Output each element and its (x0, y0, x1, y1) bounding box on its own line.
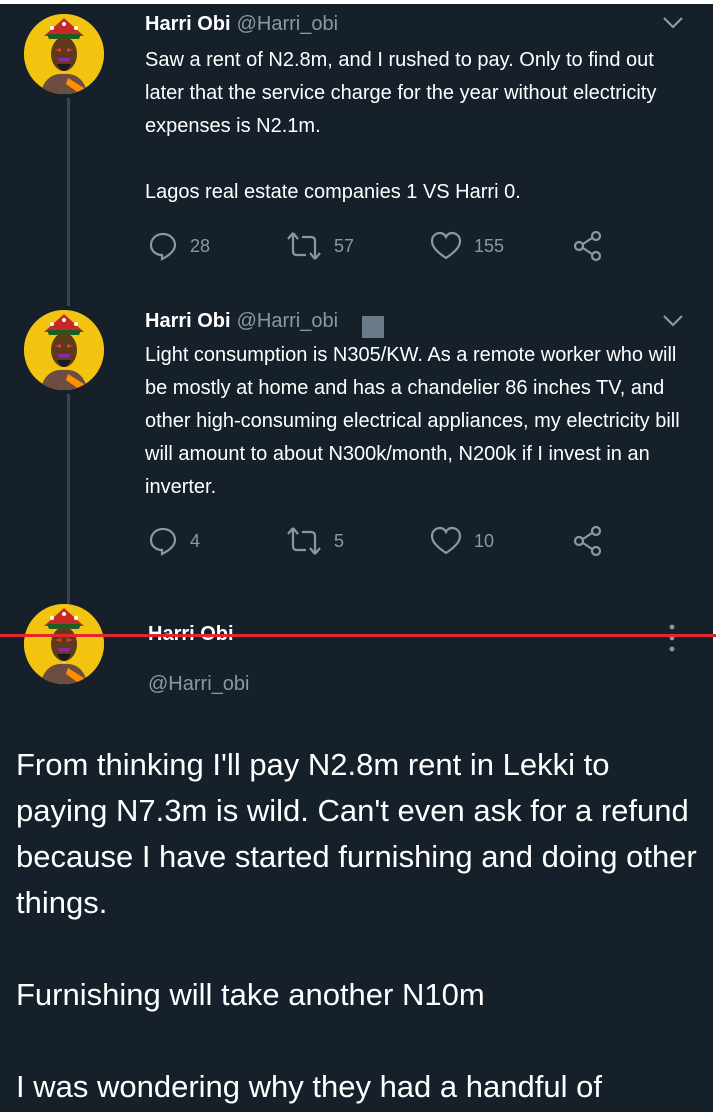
tweet-text-content: Saw a rent of N2.8m, and I rushed to pay… (145, 49, 657, 203)
retweet-button[interactable]: 5 (286, 524, 344, 558)
chevron-down-icon[interactable] (662, 16, 684, 30)
tweet-header: Harri Obi @Harri_obi (145, 309, 338, 333)
author-handle[interactable]: @Harri_obi (237, 310, 338, 332)
share-button[interactable] (572, 524, 604, 558)
retweet-count: 5 (334, 530, 345, 551)
share-button[interactable] (572, 229, 604, 263)
main-tweet-text: From thinking I'll pay N2.8m rent in Lek… (16, 742, 706, 1112)
author-handle[interactable]: @Harri_obi (237, 13, 338, 35)
reply-icon (149, 232, 177, 261)
share-icon (573, 525, 602, 557)
tweet-text: Light consumption is N305/KW. As a remot… (145, 339, 697, 504)
reply-count: 4 (190, 530, 201, 551)
author-name[interactable]: Harri Obi (145, 13, 231, 35)
main-tweet-paragraph: From thinking I'll pay N2.8m rent in Lek… (16, 747, 697, 920)
thread-line (67, 394, 70, 606)
main-tweet-paragraph: Furnishing will take another N10m (16, 977, 485, 1012)
retweet-count: 57 (334, 235, 355, 256)
main-tweet-paragraph: I was wondering why they had a handful o… (16, 1069, 602, 1104)
tweet-text: Saw a rent of N2.8m, and I rushed to pay… (145, 44, 697, 209)
avatar-art-icon (24, 310, 104, 390)
avatar[interactable] (24, 14, 104, 94)
reply-icon (149, 527, 177, 556)
author-name[interactable]: Harri Obi (145, 310, 231, 332)
avatar-art-icon (24, 14, 104, 94)
tweet-actions: 28 57 155 (148, 229, 618, 263)
more-options-icon[interactable] (668, 624, 676, 652)
avatar[interactable] (24, 310, 104, 390)
tweet-header: Harri Obi @Harri_obi (145, 12, 338, 36)
top-edge (0, 0, 716, 4)
like-icon (430, 526, 462, 555)
like-button[interactable]: 10 (430, 524, 494, 558)
image-artifact (362, 316, 384, 338)
like-button[interactable]: 155 (430, 229, 504, 263)
reply-button[interactable]: 4 (148, 524, 200, 558)
reply-button[interactable]: 28 (148, 229, 210, 263)
share-icon (573, 230, 602, 262)
like-icon (430, 231, 462, 260)
avatar-art-icon (24, 604, 104, 684)
avatar[interactable] (24, 604, 104, 684)
retweet-icon (287, 527, 321, 555)
reply-count: 28 (190, 235, 211, 256)
retweet-icon (287, 232, 321, 260)
author-handle[interactable]: @Harri_obi (148, 672, 249, 696)
like-count: 155 (474, 235, 505, 256)
screenshot: Harri Obi @Harri_obi Saw a rent of N2.8m,… (0, 0, 716, 1112)
chevron-down-icon[interactable] (662, 314, 684, 328)
retweet-button[interactable]: 57 (286, 229, 354, 263)
tweet-text-content: Light consumption is N305/KW. As a remot… (145, 344, 680, 498)
red-divider-line (0, 634, 716, 637)
thread-line (67, 98, 70, 306)
like-count: 10 (474, 530, 495, 551)
tweet-actions: 4 5 10 (148, 524, 618, 558)
